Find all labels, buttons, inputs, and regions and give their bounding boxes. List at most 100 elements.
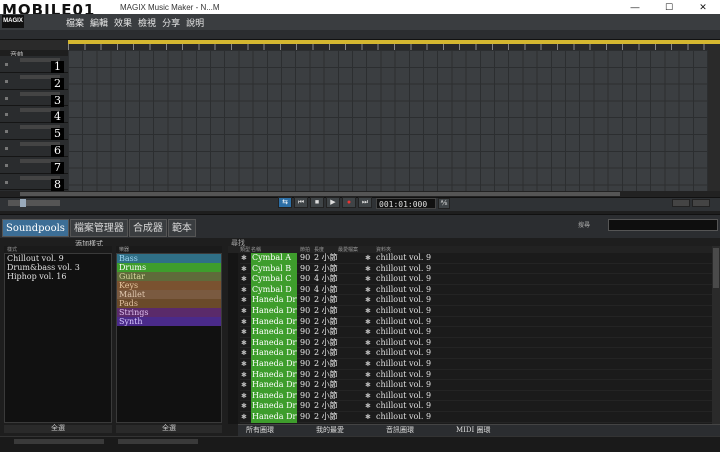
column-header[interactable]: 節拍 <box>300 246 310 253</box>
column-header[interactable]: 最愛檔案 <box>338 246 358 253</box>
column-header[interactable]: 長度 <box>314 246 324 253</box>
track-header[interactable]: 8 <box>0 174 68 191</box>
select-all-styles-button[interactable]: 全選 <box>4 425 112 433</box>
record-button[interactable]: ● <box>342 197 356 208</box>
row-handle[interactable] <box>228 391 238 402</box>
zoom-knob[interactable] <box>20 199 26 207</box>
menu-item-2[interactable]: 效果 <box>112 16 134 29</box>
file-row[interactable]: ✱ Haneda Drum902 小節 ✱ chillout vol. 9 <box>240 359 712 370</box>
track-header[interactable]: 7 <box>0 157 68 174</box>
instrument-item[interactable]: Drums <box>117 263 221 272</box>
track-select-icon[interactable] <box>5 163 8 167</box>
loop-filter-tab-2[interactable]: 音訊圈環 <box>378 425 448 436</box>
metronome-button[interactable]: ⅍ <box>438 198 450 209</box>
view-button-1[interactable] <box>672 199 690 207</box>
file-row[interactable]: ✱ Haneda Drum902 小節 ✱ chillout vol. 9 <box>240 316 712 328</box>
file-row[interactable]: ✱ Haneda Drum902 小節 ✱ chillout vol. 9 <box>240 401 712 412</box>
track-select-icon[interactable] <box>5 147 8 150</box>
favorite-icon[interactable]: ✱ <box>365 380 371 391</box>
arranger-vertical-scrollbar[interactable] <box>708 50 720 191</box>
favorite-icon[interactable]: ✱ <box>365 264 371 275</box>
instrument-item[interactable]: Guitar <box>117 272 221 281</box>
file-row[interactable]: ✱ Haneda Drum902 小節 ✱ chillout vol. 9 <box>240 390 712 402</box>
track-select-icon[interactable] <box>5 130 8 134</box>
favorite-icon[interactable]: ✱ <box>365 370 371 381</box>
minimize-button[interactable]: — <box>618 0 652 14</box>
instrument-item[interactable]: Strings <box>117 308 221 317</box>
track-header[interactable]: 5 <box>0 123 68 141</box>
row-handle[interactable] <box>228 264 238 275</box>
row-handle[interactable] <box>228 274 238 285</box>
instrument-item[interactable]: Bass <box>117 254 221 263</box>
file-row[interactable]: ✱ Cymbal D 90 4 小節 ✱ chillout vol. 9 <box>240 284 712 296</box>
file-row[interactable]: ✱ Haneda Drum902 小節 ✱ chillout vol. 9 <box>240 295 712 306</box>
favorite-icon[interactable]: ✱ <box>365 348 371 359</box>
favorite-icon[interactable]: ✱ <box>365 412 371 423</box>
style-item[interactable]: Chillout vol. 9 <box>5 254 111 263</box>
file-row[interactable]: ✱ Haneda Drum902 小節 ✱ chillout vol. 9 <box>240 369 712 381</box>
track-select-icon[interactable] <box>5 63 8 66</box>
file-row[interactable]: ✱ Cymbal A 90 2 小節 ✱ chillout vol. 9 <box>240 253 712 264</box>
row-handle[interactable] <box>228 401 238 412</box>
close-button[interactable]: ✕ <box>686 0 720 14</box>
track-header[interactable]: 4 <box>0 106 68 124</box>
track-header[interactable]: 3 <box>0 90 68 107</box>
loop-button[interactable]: ⇆ <box>278 197 292 208</box>
favorite-icon[interactable]: ✱ <box>365 317 371 328</box>
maximize-button[interactable]: ☐ <box>652 0 686 14</box>
row-handle[interactable] <box>228 412 238 423</box>
forward-button[interactable]: ⏭ <box>358 197 372 208</box>
file-row[interactable]: ✱ Cymbal B 90 2 小節 ✱ chillout vol. 9 <box>240 263 712 275</box>
row-handle[interactable] <box>228 359 238 370</box>
file-list-scrollbar[interactable] <box>712 246 720 424</box>
loop-filter-tab-1[interactable]: 我的最愛 <box>308 425 378 436</box>
row-handle[interactable] <box>228 370 238 381</box>
favorite-icon[interactable]: ✱ <box>365 327 371 338</box>
select-all-instruments-button[interactable]: 全選 <box>116 425 222 433</box>
tab-0[interactable]: Soundpools <box>2 219 69 237</box>
file-row[interactable]: ✱ Haneda Drum902 小節 ✱ chillout vol. 9 <box>240 412 712 423</box>
instrument-item[interactable]: Mallet <box>117 290 221 299</box>
loop-filter-tab-3[interactable]: MIDI 圈環 <box>448 425 518 436</box>
play-button[interactable]: ▶ <box>326 197 340 208</box>
scroll-thumb[interactable] <box>20 192 620 196</box>
favorite-icon[interactable]: ✱ <box>365 285 371 296</box>
row-handle[interactable] <box>228 306 238 317</box>
row-handle[interactable] <box>228 285 238 296</box>
favorite-icon[interactable]: ✱ <box>365 295 371 306</box>
menu-item-3[interactable]: 檢視 <box>136 16 158 29</box>
tab-3[interactable]: 範本 <box>167 219 196 237</box>
row-handle[interactable] <box>228 327 238 338</box>
style-item[interactable]: Hiphop vol. 16 <box>5 272 111 281</box>
column-header[interactable]: 名稱 <box>251 246 261 253</box>
instrument-item[interactable]: Synth <box>117 317 221 326</box>
tab-1[interactable]: 檔案管理器 <box>69 219 128 237</box>
timeline-ruler[interactable] <box>68 40 720 50</box>
file-scroll-thumb[interactable] <box>713 248 719 288</box>
favorite-icon[interactable]: ✱ <box>365 359 371 370</box>
file-row[interactable]: ✱ Cymbal C 90 4 小節 ✱ chillout vol. 9 <box>240 274 712 285</box>
file-row[interactable]: ✱ Haneda Drum902 小節 ✱ chillout vol. 9 <box>240 337 712 349</box>
track-select-icon[interactable] <box>5 79 8 83</box>
row-handle[interactable] <box>228 295 238 306</box>
menu-item-0[interactable]: 檔案 <box>64 16 86 29</box>
style-item[interactable]: Drum&bass vol. 3 <box>5 263 111 272</box>
timecode-display[interactable]: 001:01:000 <box>376 198 436 209</box>
favorite-icon[interactable]: ✱ <box>365 306 371 317</box>
track-header[interactable]: 6 <box>0 140 68 157</box>
favorite-icon[interactable]: ✱ <box>365 253 371 264</box>
view-button-2[interactable] <box>692 199 710 207</box>
track-select-icon[interactable] <box>5 96 8 100</box>
menu-item-1[interactable]: 編輯 <box>88 16 110 29</box>
file-row[interactable]: ✱ Haneda Drum902 小節 ✱ chillout vol. 9 <box>240 348 712 359</box>
track-header[interactable]: 2 <box>0 73 68 90</box>
file-row[interactable]: ✱ Haneda Drum902 小節 ✱ chillout vol. 9 <box>240 380 712 391</box>
track-select-icon[interactable] <box>5 113 8 117</box>
menu-item-5[interactable]: 說明 <box>184 16 206 29</box>
search-input[interactable] <box>608 219 718 231</box>
favorite-icon[interactable]: ✱ <box>365 338 371 349</box>
file-row[interactable]: ✱ Haneda Drum902 小節 ✱ chillout vol. 9 <box>240 306 712 317</box>
row-handle[interactable] <box>228 338 238 349</box>
loop-filter-tab-0[interactable]: 所有圈環 <box>238 425 308 436</box>
file-row[interactable]: ✱ Haneda Drum902 小節 ✱ chillout vol. 9 <box>240 327 712 338</box>
